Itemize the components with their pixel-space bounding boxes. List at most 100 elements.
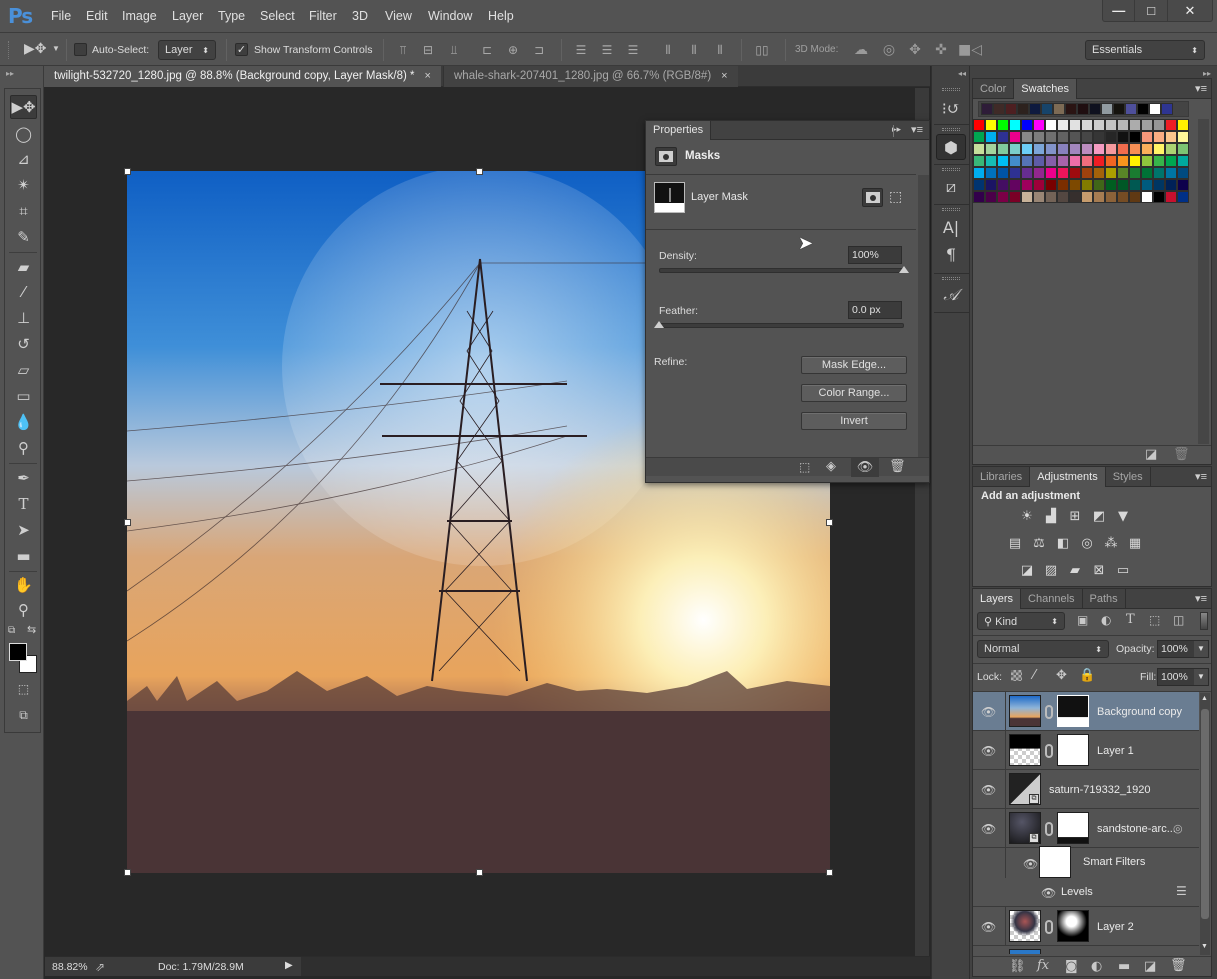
color-swatch[interactable] — [1045, 131, 1057, 143]
distribute-bottom-edges-icon[interactable]: ☰ — [625, 43, 641, 57]
tab-twilight[interactable]: twilight-532720_1280.jpg @ 88.8% (Backgr… — [44, 66, 441, 87]
tab-channels[interactable]: Channels — [1021, 589, 1083, 609]
selective-color-icon[interactable]: ⊠ — [1090, 562, 1108, 578]
color-swatch[interactable] — [1033, 191, 1045, 203]
screen-mode-button[interactable]: ⧉ — [10, 703, 37, 727]
color-swatch[interactable] — [1033, 155, 1045, 167]
recent-swatch[interactable] — [1053, 103, 1065, 115]
color-swatch[interactable] — [1141, 143, 1153, 155]
color-swatch[interactable] — [1057, 191, 1069, 203]
link-mask-icon[interactable] — [1045, 744, 1053, 758]
panel-menu-icon[interactable]: ▾≡ — [1195, 592, 1207, 605]
color-swatch[interactable] — [1129, 155, 1141, 167]
menu-file[interactable]: File — [51, 9, 71, 23]
color-swatch[interactable] — [1105, 119, 1117, 131]
maximize-button[interactable]: □ — [1135, 0, 1168, 21]
layer-mask-thumbnail[interactable] — [1057, 910, 1089, 942]
color-swatch[interactable] — [973, 191, 985, 203]
color-swatch[interactable] — [1177, 191, 1189, 203]
color-swatch[interactable] — [997, 167, 1009, 179]
layer-thumbnail[interactable] — [1009, 910, 1041, 942]
share-icon[interactable]: ⇗ — [95, 960, 105, 974]
invert-icon[interactable]: ◪ — [1018, 562, 1036, 578]
link-layers-icon[interactable]: ⛓ — [1009, 959, 1026, 974]
color-swatch[interactable] — [1021, 179, 1033, 191]
levels-label[interactable]: Levels — [1061, 886, 1093, 898]
new-swatch-icon[interactable]: ◪ — [1145, 447, 1157, 462]
distribute-right-edges-icon[interactable]: ⫴ — [712, 43, 728, 57]
color-swatch[interactable] — [1105, 143, 1117, 155]
menu-image[interactable]: Image — [122, 9, 157, 23]
auto-align-layers-icon[interactable]: ▯▯ — [754, 43, 770, 57]
delete-swatch-icon[interactable]: 🗑 — [1173, 447, 1190, 462]
color-swatch[interactable] — [997, 119, 1009, 131]
color-swatch[interactable] — [1129, 179, 1141, 191]
align-top-edges-icon[interactable]: ⫪ — [395, 43, 411, 57]
recent-swatch[interactable] — [1005, 103, 1017, 115]
color-lookup-icon[interactable]: ▦ — [1126, 535, 1144, 551]
color-swatch[interactable] — [1069, 143, 1081, 155]
dock-grip[interactable] — [942, 168, 960, 171]
lock-image-pixels-icon[interactable]: ⁄ — [1033, 668, 1035, 683]
color-swatch[interactable] — [1129, 143, 1141, 155]
color-swatch[interactable] — [1165, 179, 1177, 191]
magic-wand-tool[interactable]: ✴ — [10, 173, 37, 197]
minimize-button[interactable]: — — [1103, 0, 1136, 21]
black-white-icon[interactable]: ◧ — [1054, 535, 1072, 551]
color-swatch[interactable] — [1153, 131, 1165, 143]
color-swatch[interactable] — [1105, 131, 1117, 143]
new-layer-icon[interactable]: ◪ — [1144, 959, 1156, 974]
scroll-down-icon[interactable]: ▼ — [1201, 943, 1208, 950]
history-brush-tool[interactable]: ↺ — [10, 332, 37, 356]
filter-adjustment-layers-icon[interactable]: ◐ — [1101, 613, 1111, 627]
move-tool[interactable]: ▶✥ — [10, 95, 37, 119]
color-swatch[interactable] — [997, 155, 1009, 167]
layer-name[interactable]: Background copy — [1097, 706, 1182, 718]
3d-slide-icon[interactable]: ✜ — [932, 42, 950, 58]
exposure-icon[interactable]: ◩ — [1090, 508, 1108, 524]
color-swatch[interactable] — [1069, 119, 1081, 131]
dock-grip[interactable] — [942, 128, 960, 131]
color-swatch[interactable] — [1057, 143, 1069, 155]
color-swatch[interactable] — [1045, 179, 1057, 191]
tab-layers[interactable]: Layers — [973, 589, 1022, 609]
color-swatch[interactable] — [1093, 179, 1105, 191]
color-swatch[interactable] — [1033, 119, 1045, 131]
3d-panel-icon[interactable]: ⬢ — [936, 134, 966, 160]
auto-select-target-dropdown[interactable]: Layer ⬍ — [158, 40, 216, 60]
transform-handle-right[interactable] — [826, 519, 833, 526]
color-swatch[interactable] — [1117, 131, 1129, 143]
gradient-tool[interactable]: ▭ — [10, 384, 37, 408]
menu-select[interactable]: Select — [260, 9, 295, 23]
filter-smart-objects-icon[interactable]: ◫ — [1173, 613, 1184, 627]
color-swatch[interactable] — [1129, 167, 1141, 179]
color-swatch[interactable] — [1081, 179, 1093, 191]
color-swatch[interactable] — [1069, 131, 1081, 143]
color-swatch[interactable] — [1141, 179, 1153, 191]
layer-name[interactable]: sandstone-arc... — [1097, 823, 1176, 835]
clone-stamp-tool[interactable]: ⊥ — [10, 306, 37, 330]
tab-whale-shark[interactable]: whale-shark-207401_1280.jpg @ 66.7% (RGB… — [443, 66, 738, 87]
color-swatch[interactable] — [1021, 191, 1033, 203]
visibility-eye-icon[interactable]: 👁 — [981, 920, 997, 934]
color-swatch[interactable] — [1165, 191, 1177, 203]
color-swatch[interactable] — [1057, 119, 1069, 131]
recent-swatch[interactable] — [1101, 103, 1113, 115]
layer-mask-thumbnail[interactable] — [1057, 734, 1089, 766]
transform-handle-bottom[interactable] — [476, 869, 483, 876]
type-tool[interactable]: T — [10, 492, 37, 516]
hand-tool[interactable]: ✋ — [10, 573, 37, 597]
color-swatch[interactable] — [1093, 131, 1105, 143]
color-swatch[interactable] — [1153, 155, 1165, 167]
color-swatch[interactable] — [1165, 119, 1177, 131]
horizontal-scrollbar[interactable] — [301, 957, 930, 976]
channel-mixer-icon[interactable]: ⁂ — [1102, 535, 1120, 551]
color-swatch[interactable] — [1045, 119, 1057, 131]
color-swatch[interactable] — [1057, 155, 1069, 167]
color-swatch[interactable] — [1117, 179, 1129, 191]
feather-slider[interactable] — [659, 323, 904, 328]
select-pixel-mask-button[interactable] — [862, 188, 883, 207]
color-swatch[interactable] — [1177, 119, 1189, 131]
load-selection-from-mask-icon[interactable]: ⬚ — [799, 460, 810, 474]
eraser-tool[interactable]: ▱ — [10, 358, 37, 382]
